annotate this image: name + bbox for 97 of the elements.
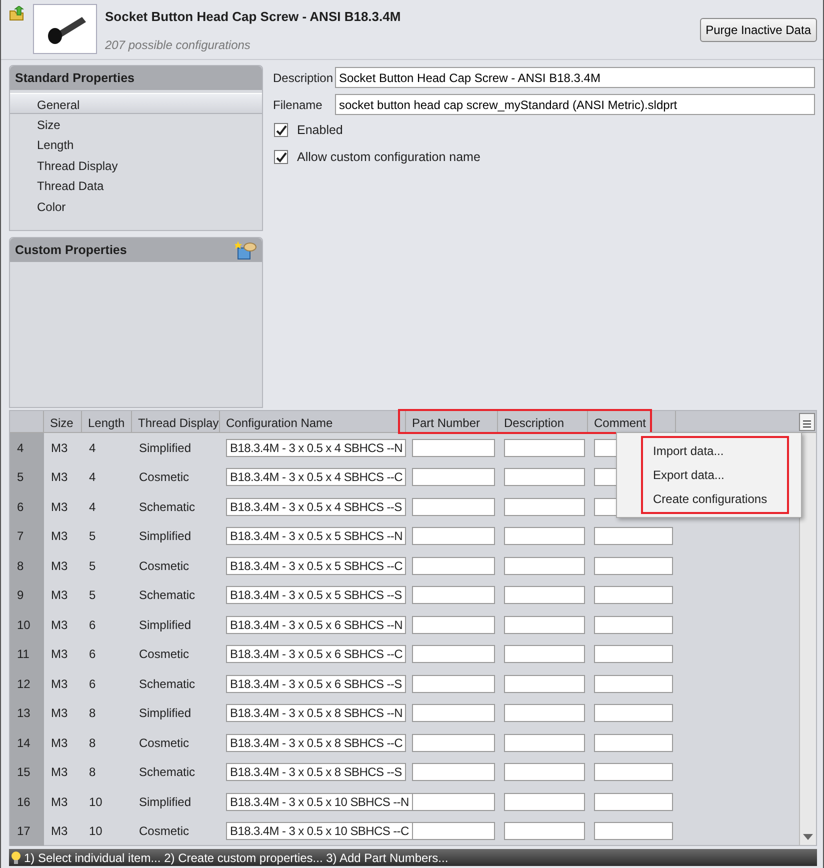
row-number: 10 (10, 610, 44, 640)
table-cell: M3 (51, 824, 68, 838)
table-cell: Schematic (139, 588, 196, 602)
configuration-name-field[interactable]: B18.3.4M - 3 x 0.5 x 8 SBHCS --C (226, 734, 406, 752)
table-cell: M3 (51, 618, 68, 632)
column-header[interactable]: Thread Display (132, 411, 220, 432)
table-cell: Simplified (139, 706, 192, 720)
configuration-name-field[interactable]: B18.3.4M - 3 x 0.5 x 5 SBHCS --C (226, 556, 406, 575)
panel-title: Standard Properties (10, 66, 262, 90)
purge-button[interactable]: Purge Inactive Data (700, 18, 817, 42)
table-cell: M3 (51, 794, 68, 809)
configuration-name-field[interactable]: B18.3.4M - 3 x 0.5 x 10 SBHCS --C (226, 822, 413, 840)
row-number: 14 (10, 728, 44, 758)
row-number: 11 (10, 640, 44, 669)
property-item[interactable]: Thread Data (10, 175, 262, 196)
row-number: 12 (10, 669, 44, 698)
column-header[interactable]: Part Number (406, 411, 498, 432)
table-cell: M3 (51, 706, 68, 720)
table-cell: Simplified (139, 618, 192, 632)
table-cell: Cosmetic (139, 558, 190, 573)
field-label: Filename (273, 96, 324, 114)
table-cell: 8 (89, 765, 96, 780)
table-cell: Simplified (139, 529, 192, 544)
table-cell: 5 (89, 558, 96, 573)
table-cell: 6 (89, 618, 96, 632)
configuration-name-field[interactable]: B18.3.4M - 3 x 0.5 x 6 SBHCS --S (226, 674, 406, 693)
table-cell: M3 (51, 647, 68, 662)
field-label: Description (273, 70, 334, 86)
table-cell: 6 (89, 647, 96, 662)
table-cell: Cosmetic (139, 824, 190, 838)
menu-item[interactable]: Export data... (643, 463, 787, 487)
row-number: 5 (10, 462, 44, 492)
table-cell: Simplified (139, 440, 192, 455)
configuration-name-field[interactable]: B18.3.4M - 3 x 0.5 x 5 SBHCS --S (226, 586, 406, 604)
table-cell: Schematic (139, 676, 196, 691)
table-cell: Schematic (139, 765, 196, 780)
table-cell: M3 (51, 470, 68, 484)
table-cell: M3 (51, 676, 68, 691)
configuration-name-field[interactable]: B18.3.4M - 3 x 0.5 x 8 SBHCS --N (226, 704, 406, 722)
configuration-name-field[interactable]: B18.3.4M - 3 x 0.5 x 6 SBHCS --C (226, 645, 406, 664)
column-header[interactable]: Size (44, 411, 82, 432)
property-item[interactable]: General (10, 93, 262, 114)
part-title: Socket Button Head Cap Screw - ANSI B18.3.4M (105, 8, 401, 26)
table-cell: M3 (51, 736, 68, 750)
text-field[interactable]: Socket Button Head Cap Screw - ANSI B18.3.4M (335, 67, 815, 88)
table-cell: 10 (89, 794, 102, 809)
table-cell: 5 (89, 529, 96, 544)
property-item[interactable]: Length (10, 134, 262, 154)
table-cell: 4 (89, 500, 96, 514)
row-number: 4 (10, 433, 44, 462)
table-cell: M3 (51, 588, 68, 602)
table-cell: 6 (89, 676, 96, 691)
property-item[interactable]: Thread Display (10, 154, 262, 175)
table-cell: 8 (89, 706, 96, 720)
table-cell: Cosmetic (139, 647, 190, 662)
configuration-name-field[interactable]: B18.3.4M - 3 x 0.5 x 6 SBHCS --N (226, 616, 406, 634)
column-header[interactable]: Description (498, 411, 588, 432)
table-cell: 5 (89, 588, 96, 602)
configuration-name-field[interactable]: B18.3.4M - 3 x 0.5 x 4 SBHCS --N (226, 438, 406, 457)
table-cell: 4 (89, 470, 96, 484)
row-number: 9 (10, 580, 44, 610)
row-number: 8 (10, 551, 44, 580)
configuration-name-field[interactable]: B18.3.4M - 3 x 0.5 x 4 SBHCS --S (226, 498, 406, 516)
property-item[interactable]: Color (10, 196, 262, 216)
checkbox-label: Enabled (297, 122, 343, 139)
table-cell: M3 (51, 765, 68, 780)
column-header[interactable]: Length (82, 411, 132, 432)
table-cell: Simplified (139, 794, 192, 809)
table-cell: Schematic (139, 500, 196, 514)
table-cell: 8 (89, 736, 96, 750)
row-number: 17 (10, 816, 44, 846)
table-cell: M3 (51, 440, 68, 455)
configuration-name-field[interactable]: B18.3.4M - 3 x 0.5 x 4 SBHCS --C (226, 468, 406, 486)
table-cell: M3 (51, 558, 68, 573)
configuration-name-field[interactable]: B18.3.4M - 3 x 0.5 x 5 SBHCS --N (226, 527, 406, 546)
table-cell: M3 (51, 529, 68, 544)
menu-item[interactable]: Import data... (643, 439, 787, 463)
row-number: 15 (10, 758, 44, 787)
table-cell: 4 (89, 440, 96, 455)
row-number: 7 (10, 522, 44, 551)
configuration-count: 207 possible configurations (105, 36, 252, 54)
table-cell: Cosmetic (139, 470, 190, 484)
checkbox-label: Allow custom configuration name (297, 148, 480, 166)
row-number: 16 (10, 787, 44, 816)
column-header[interactable]: Configuration Name (220, 411, 406, 432)
property-item[interactable]: Size (10, 114, 262, 134)
row-number: 13 (10, 698, 44, 728)
status-text: 1) Select individual item... 2) Create custom properties... 3) Add Part Numbers... (24, 850, 448, 866)
table-cell: M3 (51, 500, 68, 514)
menu-item[interactable]: Create configurations (643, 487, 787, 511)
panel-title: Custom Properties (15, 242, 127, 259)
table-cell: 10 (89, 824, 102, 838)
text-field[interactable]: socket button head cap screw_myStandard (ANSI Metric).sldprt (335, 94, 815, 115)
table-cell: Cosmetic (139, 736, 190, 750)
configuration-name-field[interactable]: B18.3.4M - 3 x 0.5 x 10 SBHCS --N (226, 792, 413, 811)
configuration-name-field[interactable]: B18.3.4M - 3 x 0.5 x 8 SBHCS --S (226, 763, 406, 782)
row-number: 6 (10, 492, 44, 522)
